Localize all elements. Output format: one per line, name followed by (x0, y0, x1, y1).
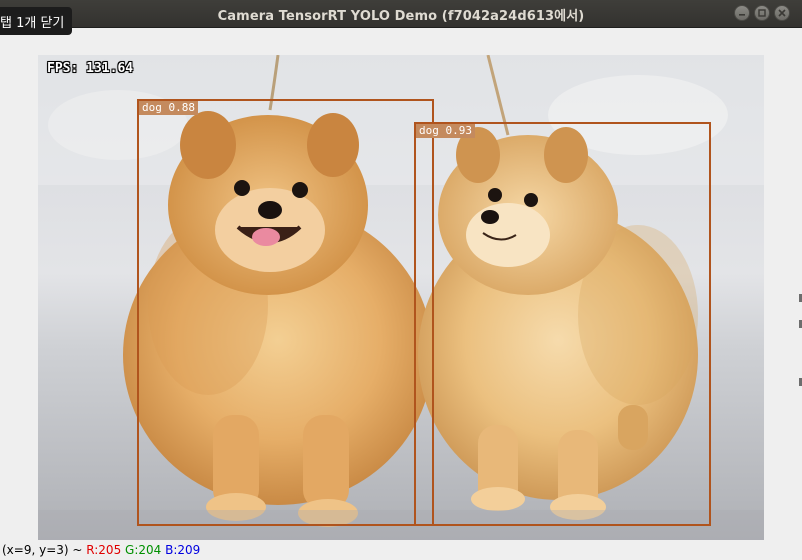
close-button[interactable] (774, 5, 790, 21)
window-title: Camera TensorRT YOLO Demo (f7042a24d613에… (217, 9, 585, 24)
cursor-coords: (x=9, y=3) ~ (2, 543, 83, 557)
pixel-blue-value: B:209 (165, 543, 201, 557)
camera-image-view[interactable]: FPS: 131.64 dog 0.88 dog 0.93 (38, 55, 764, 540)
maximize-icon (758, 9, 766, 17)
pixel-info-statusbar: (x=9, y=3) ~ R:205 G:204 B:209 (2, 543, 200, 557)
close-icon (778, 9, 786, 17)
fps-counter: FPS: 131.64 (47, 61, 134, 76)
detection-label-1: dog 0.88 (139, 101, 198, 115)
close-tab-tooltip: 탭 1개 닫기 (0, 7, 73, 35)
detection-box-1: dog 0.88 (137, 99, 434, 526)
detection-label-2: dog 0.93 (416, 124, 475, 138)
minimize-icon (739, 14, 745, 16)
window-titlebar[interactable]: Camera TensorRT YOLO Demo (f7042a24d613에… (0, 0, 802, 28)
pixel-red-value: R:205 (86, 543, 122, 557)
maximize-button[interactable] (754, 5, 770, 21)
detection-box-2: dog 0.93 (414, 122, 711, 526)
pixel-green-value: G:204 (125, 543, 162, 557)
window-controls (734, 5, 790, 21)
minimize-button[interactable] (734, 5, 750, 21)
